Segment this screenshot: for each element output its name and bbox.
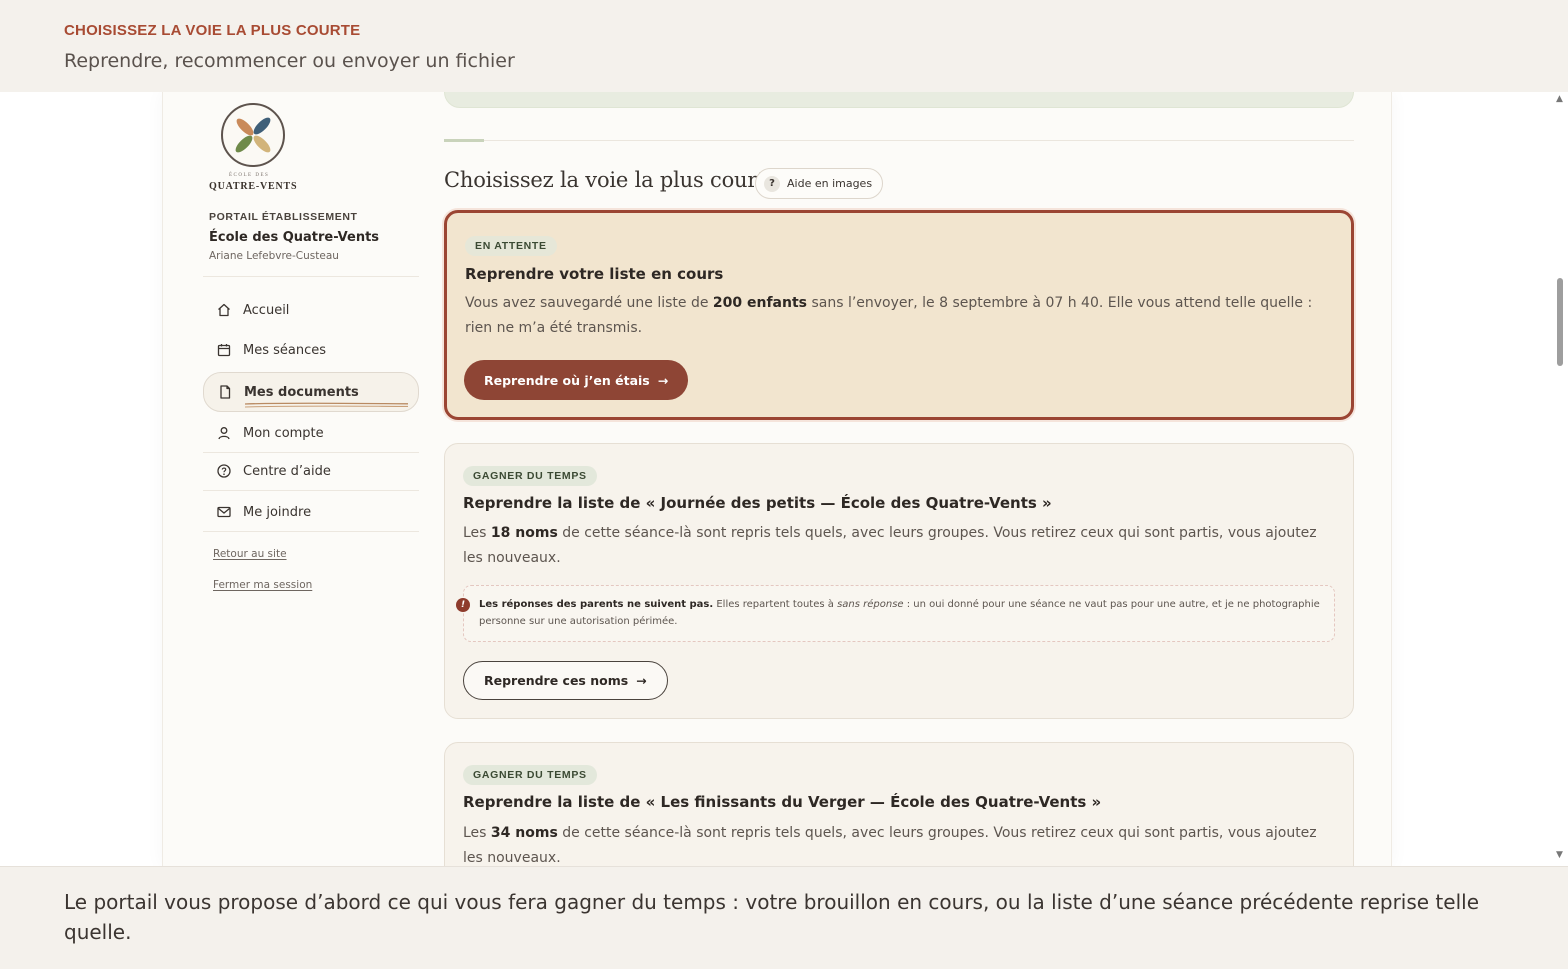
pinwheel-logo-icon[interactable]: [221, 103, 285, 167]
sidebar-item-seances[interactable]: Mes séances: [203, 332, 419, 368]
reuse-names-button[interactable]: Reprendre ces noms →: [463, 661, 668, 700]
caption-eyebrow: CHOISISSEZ LA VOIE LA PLUS COURTE: [64, 22, 361, 39]
card-body: Vous avez sauvegardé une liste de 200 en…: [465, 295, 1313, 336]
resume-draft-label: Reprendre où j’en étais: [484, 372, 650, 388]
sidebar-item-documents[interactable]: Mes documents: [203, 372, 419, 412]
sidebar-item-label: Me joindre: [243, 504, 312, 520]
page-scrollbar[interactable]: ▲ ▼: [1552, 92, 1568, 866]
sidebar-item-label: Mes documents: [244, 384, 359, 400]
help-images-button[interactable]: ? Aide en images: [755, 168, 884, 199]
reuse-list-card: GAGNER DU TEMPS Reprendre la liste de « …: [444, 742, 1354, 866]
time-saving-badge: GAGNER DU TEMPS: [463, 466, 597, 486]
mail-icon: [203, 504, 243, 520]
caption-subtitle: Reprendre, recommencer ou envoyer un fic…: [64, 50, 515, 72]
consent-warning: ! Les réponses des parents ne suivent pa…: [456, 585, 1335, 642]
sidebar-item-accueil[interactable]: Accueil: [203, 292, 419, 328]
active-underline: [244, 402, 409, 408]
sidebar-item-label: Accueil: [243, 302, 290, 318]
sidebar-divider: [203, 276, 419, 277]
scroll-up-icon[interactable]: ▲: [1556, 94, 1563, 104]
previous-card-edge: [444, 92, 1354, 108]
time-saving-badge: GAGNER DU TEMPS: [463, 765, 597, 785]
sidebar-divider: [203, 490, 419, 491]
app-window: ÉCOLE DES QUATRE-VENTS PORTAIL ÉTABLISSE…: [162, 92, 1392, 866]
sidebar-item-label: Mes séances: [243, 342, 327, 358]
logo-small-text: ÉCOLE DES: [229, 173, 270, 178]
sidebar-item-joindre[interactable]: Me joindre: [203, 494, 419, 530]
help-circle-icon: [203, 463, 243, 479]
sidebar-item-label: Centre d’aide: [243, 463, 331, 479]
user-icon: [203, 425, 243, 441]
sidebar-item-compte[interactable]: Mon compte: [203, 415, 419, 451]
reuse-names-label: Reprendre ces noms: [484, 673, 629, 688]
arrow-right-icon: →: [657, 372, 669, 388]
scroll-down-icon[interactable]: ▼: [1556, 850, 1563, 860]
scrollbar-thumb[interactable]: [1557, 278, 1563, 366]
pending-list-card: EN ATTENTE Reprendre votre liste en cour…: [444, 210, 1354, 420]
document-icon: [204, 384, 244, 400]
sidebar-divider: [203, 531, 419, 532]
link-retour-site[interactable]: Retour au site: [213, 548, 287, 560]
warning-text: Les réponses des parents ne suivent pas.…: [479, 599, 1320, 627]
section-divider: [444, 140, 1354, 141]
caption-description: Le portail vous propose d’abord ce qui v…: [64, 890, 1479, 944]
alert-icon: !: [456, 598, 470, 612]
link-fermer-session[interactable]: Fermer ma session: [213, 579, 312, 591]
caption-footer: Le portail vous propose d’abord ce qui v…: [0, 866, 1568, 969]
portal-eyebrow: PORTAIL ÉTABLISSEMENT: [209, 211, 358, 223]
school-name: École des Quatre-Vents: [209, 230, 380, 245]
user-name: Ariane Lefebvre-Custeau: [209, 250, 339, 262]
arrow-right-icon: →: [636, 673, 647, 688]
help-images-label: Aide en images: [787, 177, 873, 190]
logo-name: QUATRE-VENTS: [209, 181, 298, 192]
calendar-icon: [203, 342, 243, 358]
card-title: Reprendre la liste de « Journée des peti…: [463, 494, 1052, 512]
card-body: Les 18 noms de cette séance-là sont repr…: [463, 525, 1317, 566]
reuse-list-card: GAGNER DU TEMPS Reprendre la liste de « …: [444, 443, 1354, 719]
sidebar-item-label: Mon compte: [243, 425, 324, 441]
pinwheel-icon: [235, 117, 271, 153]
resume-draft-button[interactable]: Reprendre où j’en étais →: [464, 360, 689, 400]
section-title: Choisissez la voie la plus courte: [444, 168, 778, 192]
caption-header: CHOISISSEZ LA VOIE LA PLUS COURTE Repren…: [0, 0, 1568, 92]
home-icon: [203, 302, 243, 318]
card-title: Reprendre la liste de « Les finissants d…: [463, 793, 1102, 811]
question-icon: ?: [764, 175, 780, 192]
card-body: Les 34 noms de cette séance-là sont repr…: [463, 825, 1317, 866]
sidebar-item-aide[interactable]: Centre d’aide: [203, 453, 419, 489]
status-badge: EN ATTENTE: [465, 236, 557, 256]
section-divider-accent: [444, 139, 484, 142]
sidebar: ÉCOLE DES QUATRE-VENTS PORTAIL ÉTABLISSE…: [163, 92, 433, 866]
card-title: Reprendre votre liste en cours: [465, 265, 724, 283]
